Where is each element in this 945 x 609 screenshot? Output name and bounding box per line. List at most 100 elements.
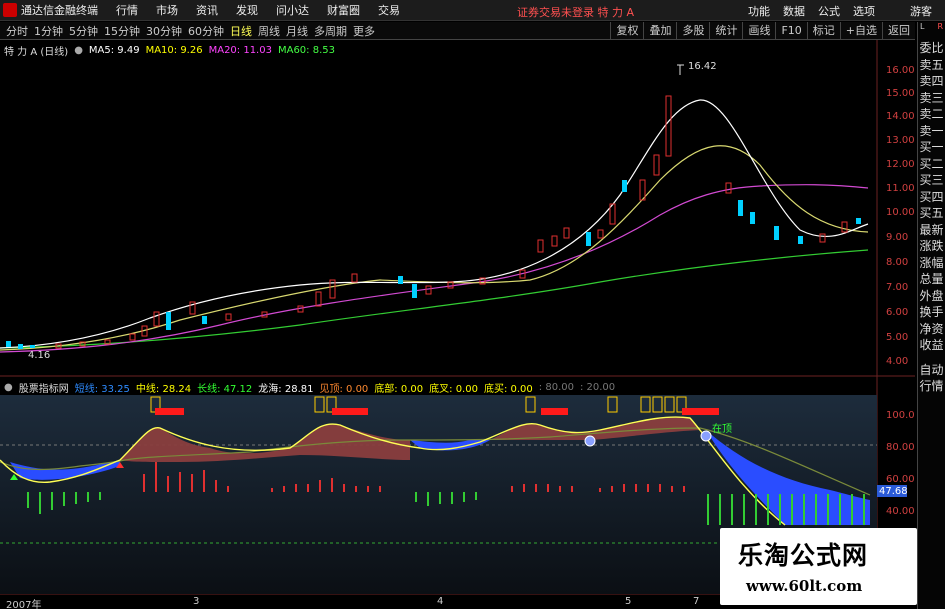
candle <box>841 221 848 233</box>
signal-bar <box>523 484 525 492</box>
price-tick: 16.00 <box>886 65 915 76</box>
signal-bar <box>571 486 573 492</box>
side-change[interactable]: 涨跌 <box>918 238 945 255</box>
candle <box>563 227 570 239</box>
candle <box>738 200 743 216</box>
watermark: 乐淘公式网 www.60lt.com <box>720 528 917 605</box>
top-bar <box>332 408 368 415</box>
side-buy4[interactable]: 买四 <box>918 189 945 206</box>
side-quotes[interactable]: 行情 <box>918 378 945 395</box>
quote-side-panel: L R 委比 卖五 卖四 卖三 卖二 卖一 买一 买二 买三 买四 买五 最新 … <box>917 22 945 609</box>
side-weibi[interactable]: 委比 <box>918 40 945 57</box>
candle <box>551 235 558 247</box>
top-bar <box>682 408 719 415</box>
signal-bar <box>167 476 169 492</box>
signal-bar <box>227 486 229 492</box>
candle <box>774 226 779 240</box>
candle <box>202 316 207 324</box>
side-left-label[interactable]: L <box>920 22 924 40</box>
date-label: 7 <box>693 596 700 607</box>
date-label: 2007年 <box>6 600 42 609</box>
high-label: 16.42 <box>688 61 717 72</box>
signal-bar <box>143 474 145 492</box>
side-sell3[interactable]: 卖三 <box>918 90 945 107</box>
signal-bar <box>439 492 441 504</box>
candle <box>586 232 591 246</box>
price-tick: 15.00 <box>886 88 915 99</box>
signal-icon <box>584 435 596 447</box>
side-right-label[interactable]: R <box>937 22 943 40</box>
side-latest[interactable]: 最新 <box>918 222 945 239</box>
signal-bar <box>415 492 417 502</box>
price-tick: 11.00 <box>886 183 915 194</box>
ind-tick: 100.0 <box>886 410 915 421</box>
side-change-pct[interactable]: 涨幅 <box>918 255 945 272</box>
side-earnings[interactable]: 收益 <box>918 337 945 354</box>
candle <box>398 276 403 284</box>
signal-bar <box>63 492 65 506</box>
price-tick: 4.00 <box>886 356 908 367</box>
signal-bar <box>851 494 853 525</box>
price-tick: 5.00 <box>886 332 908 343</box>
side-buy3[interactable]: 买三 <box>918 172 945 189</box>
side-outer[interactable]: 外盘 <box>918 288 945 305</box>
signal-bar <box>599 488 601 492</box>
candle <box>725 182 732 194</box>
signal-bar <box>283 486 285 492</box>
candle <box>30 345 35 348</box>
ma10-line <box>0 145 869 351</box>
signal-bar <box>367 486 369 492</box>
candle <box>315 291 322 307</box>
low-label: 4.16 <box>28 350 50 361</box>
candle <box>351 273 358 283</box>
signal-bar <box>659 484 661 492</box>
signal-bar <box>27 492 29 508</box>
signal-bar <box>427 492 429 506</box>
date-label: 5 <box>625 596 632 607</box>
side-buy5[interactable]: 买五 <box>918 205 945 222</box>
signal-bar <box>379 486 381 492</box>
side-sell1[interactable]: 卖一 <box>918 123 945 140</box>
indicator-axis: 100.0 80.00 60.00 40.00 <box>886 410 915 517</box>
chart-canvas[interactable]: 16.00 15.00 14.00 13.00 12.00 11.00 10.0… <box>0 0 915 609</box>
candle <box>819 233 826 243</box>
price-tick: 13.00 <box>886 135 915 146</box>
signal-bar <box>355 486 357 492</box>
candle <box>18 344 23 349</box>
signal-bar <box>155 462 157 492</box>
side-turnover[interactable]: 换手 <box>918 304 945 321</box>
price-tick: 12.00 <box>886 159 915 170</box>
signal-bar <box>87 492 89 502</box>
side-sell5[interactable]: 卖五 <box>918 57 945 74</box>
side-net-assets[interactable]: 净资 <box>918 321 945 338</box>
price-tick: 9.00 <box>886 232 908 243</box>
side-sell2[interactable]: 卖二 <box>918 106 945 123</box>
side-sell4[interactable]: 卖四 <box>918 73 945 90</box>
signal-bar <box>463 492 465 502</box>
signal-bar <box>707 494 709 525</box>
candle <box>153 311 160 327</box>
signal-bar <box>191 474 193 492</box>
signal-bar <box>839 494 841 525</box>
signal-bar <box>307 484 309 492</box>
price-axis: 16.00 15.00 14.00 13.00 12.00 11.00 10.0… <box>886 65 915 367</box>
candle <box>856 218 861 224</box>
candle <box>597 229 604 239</box>
side-volume[interactable]: 总量 <box>918 271 945 288</box>
side-buy2[interactable]: 买二 <box>918 156 945 173</box>
signal-bar <box>559 486 561 492</box>
side-auto[interactable]: 自动 <box>918 362 945 379</box>
signal-bar <box>51 492 53 510</box>
signal-bar <box>511 486 513 492</box>
top-bar <box>541 408 568 415</box>
signal-bar <box>719 494 721 525</box>
price-tick: 6.00 <box>886 307 908 318</box>
price-tick: 14.00 <box>886 111 915 122</box>
ind-tick: 80.00 <box>886 442 915 453</box>
candle <box>412 284 417 298</box>
signal-bar <box>815 494 817 525</box>
candles <box>6 95 861 349</box>
side-buy1[interactable]: 买一 <box>918 139 945 156</box>
ind-tick: 40.00 <box>886 506 915 517</box>
signal-bar <box>683 486 685 492</box>
